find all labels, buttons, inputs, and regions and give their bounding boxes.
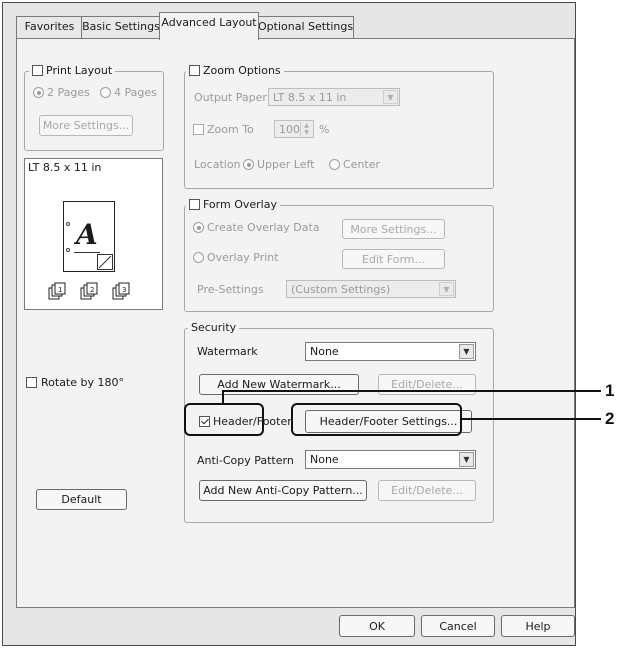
tab-favorites[interactable]: Favorites bbox=[16, 16, 83, 39]
radio-2-pages-icon bbox=[33, 87, 44, 98]
location-label: Location bbox=[194, 158, 241, 171]
punch-hole-icon bbox=[66, 222, 70, 226]
callout-number-2: 2 bbox=[605, 409, 615, 428]
watermark-label: Watermark bbox=[197, 345, 258, 358]
default-button[interactable]: Default bbox=[36, 489, 127, 510]
add-new-anti-copy-pattern-button[interactable]: Add New Anti-Copy Pattern... bbox=[199, 480, 367, 501]
page-order-icons: 1 2 3 bbox=[47, 282, 147, 300]
pre-settings-label: Pre-Settings bbox=[197, 283, 264, 296]
form-overlay-legend: Form Overlay bbox=[186, 198, 280, 211]
pre-settings-select[interactable]: (Custom Settings) ▼ bbox=[286, 280, 456, 298]
create-overlay-data-option[interactable]: Create Overlay Data bbox=[193, 221, 320, 234]
punch-hole-icon bbox=[66, 248, 70, 252]
radio-2-pages[interactable]: 2 Pages bbox=[33, 86, 90, 99]
radio-overlay-print-icon bbox=[193, 252, 204, 263]
callout-2-leader bbox=[461, 418, 601, 420]
svg-text:1: 1 bbox=[58, 286, 62, 294]
svg-text:2: 2 bbox=[90, 286, 94, 294]
chevron-down-icon: ▼ bbox=[439, 282, 454, 296]
preview-paper-label: LT 8.5 x 11 in bbox=[28, 161, 102, 174]
svg-text:3: 3 bbox=[122, 286, 126, 294]
watermark-select[interactable]: None ▼ bbox=[305, 342, 476, 361]
printer-properties-dialog: Favorites Basic Settings Advanced Layout… bbox=[2, 2, 576, 646]
callout-1-stem bbox=[222, 390, 224, 404]
layout-preview: LT 8.5 x 11 in A 1 2 3 bbox=[24, 158, 163, 310]
cancel-button[interactable]: Cancel bbox=[421, 615, 495, 637]
print-layout-more-settings-button[interactable]: More Settings... bbox=[39, 115, 133, 136]
advanced-layout-panel: Print Layout 2 Pages 4 Pages More Settin… bbox=[16, 38, 575, 608]
preview-page: A bbox=[63, 201, 115, 272]
tab-optional-settings[interactable]: Optional Settings bbox=[257, 16, 354, 39]
location-center[interactable]: Center bbox=[329, 158, 380, 171]
help-button[interactable]: Help bbox=[501, 615, 575, 637]
callout-number-1: 1 bbox=[605, 381, 615, 400]
zoom-to-option[interactable]: Zoom To bbox=[193, 123, 254, 136]
callout-1-leader bbox=[222, 390, 601, 392]
anti-copy-pattern-label: Anti-Copy Pattern bbox=[197, 454, 294, 467]
tab-basic-settings[interactable]: Basic Settings bbox=[81, 16, 161, 39]
security-legend: Security bbox=[188, 321, 240, 334]
preview-letter: A bbox=[76, 218, 98, 251]
output-paper-label: Output Paper bbox=[194, 91, 267, 104]
chevron-down-icon: ▼ bbox=[383, 90, 398, 104]
callout-2-box bbox=[291, 403, 462, 436]
print-layout-legend: Print Layout bbox=[29, 64, 116, 77]
anti-copy-pattern-select[interactable]: None ▼ bbox=[305, 450, 476, 469]
radio-upper-left-icon bbox=[243, 159, 254, 170]
anti-copy-edit-delete-button[interactable]: Edit/Delete... bbox=[378, 480, 476, 501]
print-layout-label: Print Layout bbox=[46, 64, 113, 77]
form-overlay-checkbox[interactable] bbox=[189, 199, 200, 210]
ok-button[interactable]: OK bbox=[339, 615, 415, 637]
spinner-arrows-icon: ▲ ▼ bbox=[300, 122, 312, 136]
zoom-percent-spinner[interactable]: 100 ▲ ▼ bbox=[274, 120, 314, 138]
overlay-more-settings-button[interactable]: More Settings... bbox=[342, 219, 445, 239]
tab-advanced-layout[interactable]: Advanced Layout bbox=[159, 12, 259, 40]
chevron-down-icon: ▼ bbox=[459, 344, 474, 359]
rotate-180-checkbox[interactable] bbox=[26, 377, 37, 388]
print-layout-group: Print Layout 2 Pages 4 Pages More Settin… bbox=[24, 64, 164, 151]
location-upper-left[interactable]: Upper Left bbox=[243, 158, 315, 171]
percent-label: % bbox=[319, 123, 330, 136]
radio-4-pages[interactable]: 4 Pages bbox=[100, 86, 157, 99]
callout-1-box bbox=[184, 403, 264, 436]
print-layout-checkbox[interactable] bbox=[32, 65, 43, 76]
edit-form-button[interactable]: Edit Form... bbox=[342, 249, 445, 269]
chevron-down-icon: ▼ bbox=[459, 452, 474, 467]
corner-fold-icon bbox=[97, 254, 113, 270]
form-overlay-group: Form Overlay Create Overlay Data More Se… bbox=[184, 198, 494, 312]
radio-center-icon bbox=[329, 159, 340, 170]
zoom-options-group: Zoom Options Output Paper LT 8.5 x 11 in… bbox=[184, 64, 494, 189]
zoom-options-checkbox[interactable] bbox=[189, 65, 200, 76]
radio-4-pages-icon bbox=[100, 87, 111, 98]
preview-underline bbox=[74, 252, 100, 253]
zoom-options-legend: Zoom Options bbox=[186, 64, 284, 77]
rotate-180-option[interactable]: Rotate by 180° bbox=[26, 376, 124, 389]
radio-create-overlay-icon bbox=[193, 222, 204, 233]
zoom-to-checkbox[interactable] bbox=[193, 124, 204, 135]
overlay-print-option[interactable]: Overlay Print bbox=[193, 251, 279, 264]
output-paper-select[interactable]: LT 8.5 x 11 in ▼ bbox=[268, 88, 400, 106]
